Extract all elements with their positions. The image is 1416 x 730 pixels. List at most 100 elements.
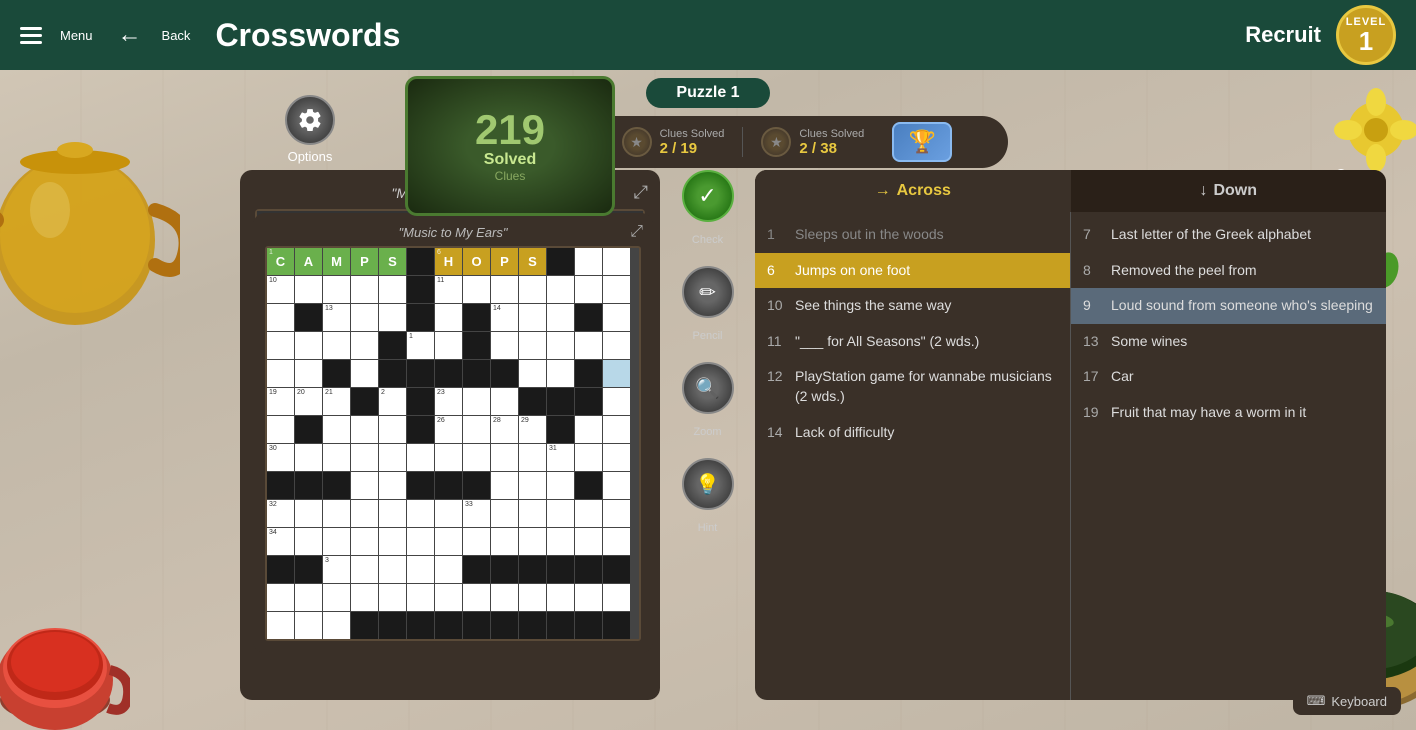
grid-cell[interactable] xyxy=(575,444,602,471)
grid-cell[interactable] xyxy=(435,556,462,583)
grid-cell[interactable] xyxy=(575,528,602,555)
grid-cell[interactable] xyxy=(267,612,294,639)
grid-cell[interactable] xyxy=(379,444,406,471)
grid-cell[interactable] xyxy=(435,584,462,611)
grid-cell[interactable] xyxy=(491,584,518,611)
grid-cell[interactable] xyxy=(407,444,434,471)
grid-cell[interactable] xyxy=(267,304,294,331)
grid-cell[interactable] xyxy=(519,444,546,471)
grid-cell[interactable]: P xyxy=(491,248,518,275)
grid-cell[interactable] xyxy=(491,332,518,359)
tab-down[interactable]: ↓ Down xyxy=(1071,170,1387,212)
grid-cell[interactable] xyxy=(407,528,434,555)
grid-cell[interactable] xyxy=(435,444,462,471)
grid-cell[interactable]: 21 xyxy=(323,388,350,415)
grid-cell[interactable]: 13 xyxy=(323,304,350,331)
grid-cell[interactable] xyxy=(547,528,574,555)
grid-cell[interactable]: S xyxy=(519,248,546,275)
grid-cell[interactable]: 11 xyxy=(435,276,462,303)
grid-cell[interactable]: 33 xyxy=(463,500,490,527)
grid-cell[interactable] xyxy=(351,556,378,583)
grid-cell[interactable] xyxy=(295,528,322,555)
grid-cell[interactable]: 20 xyxy=(295,388,322,415)
grid-cell[interactable] xyxy=(463,528,490,555)
clue-down-8[interactable]: 8 Removed the peel from xyxy=(1071,253,1386,289)
grid-cell[interactable] xyxy=(351,304,378,331)
grid-cell[interactable] xyxy=(519,528,546,555)
grid-cell[interactable] xyxy=(435,500,462,527)
clue-down-13[interactable]: 13 Some wines xyxy=(1071,324,1386,360)
grid-cell[interactable] xyxy=(435,332,462,359)
grid-cell[interactable]: 3 xyxy=(323,556,350,583)
grid-cell[interactable] xyxy=(379,472,406,499)
grid-cell[interactable] xyxy=(519,304,546,331)
grid-cell[interactable]: 10 xyxy=(267,276,294,303)
pencil-button[interactable]: ✏ xyxy=(682,266,734,318)
grid-cell[interactable] xyxy=(603,500,630,527)
grid-cell[interactable] xyxy=(351,276,378,303)
grid-cell[interactable] xyxy=(463,444,490,471)
grid-cell[interactable]: 30 xyxy=(267,444,294,471)
grid-cell[interactable] xyxy=(323,612,350,639)
grid-cell[interactable] xyxy=(547,584,574,611)
grid-cell[interactable] xyxy=(603,444,630,471)
grid-cell[interactable] xyxy=(351,472,378,499)
grid-cell[interactable] xyxy=(603,332,630,359)
grid-cell[interactable]: 32 xyxy=(267,500,294,527)
grid-cell[interactable] xyxy=(323,528,350,555)
grid-cell[interactable]: 29 xyxy=(519,416,546,443)
grid-cell[interactable] xyxy=(435,304,462,331)
grid-cell[interactable] xyxy=(575,416,602,443)
grid-cell[interactable] xyxy=(491,472,518,499)
zoom-button[interactable]: 🔍 xyxy=(682,362,734,414)
grid-cell[interactable] xyxy=(379,500,406,527)
clue-across-10[interactable]: 10 See things the same way xyxy=(755,288,1070,324)
grid-cell[interactable] xyxy=(295,444,322,471)
grid-cell[interactable] xyxy=(603,416,630,443)
grid-cell[interactable] xyxy=(295,276,322,303)
grid-cell[interactable] xyxy=(519,276,546,303)
grid-cell[interactable] xyxy=(491,444,518,471)
grid-cell[interactable] xyxy=(547,472,574,499)
grid-cell[interactable] xyxy=(295,612,322,639)
menu-button[interactable] xyxy=(20,27,52,44)
grid-cell[interactable] xyxy=(547,500,574,527)
grid-cell[interactable] xyxy=(351,584,378,611)
hint-button[interactable]: 💡 xyxy=(682,458,734,510)
grid-cell[interactable] xyxy=(519,332,546,359)
clue-across-12[interactable]: 12 PlayStation game for wannabe musician… xyxy=(755,359,1070,414)
fullscreen-button[interactable]: ⤢ xyxy=(630,223,643,241)
grid-cell[interactable] xyxy=(519,584,546,611)
grid-cell[interactable] xyxy=(575,248,602,275)
clue-across-1[interactable]: 1 Sleeps out in the woods xyxy=(755,217,1070,253)
grid-cell[interactable] xyxy=(379,528,406,555)
grid-cell[interactable]: 14 xyxy=(491,304,518,331)
grid-cells[interactable]: 1CAMPS6HOPS10111314119202122326282930313… xyxy=(267,248,639,639)
grid-cell[interactable] xyxy=(407,556,434,583)
grid-cell[interactable] xyxy=(603,388,630,415)
tab-across[interactable]: → → Across Across xyxy=(755,170,1071,212)
grid-cell[interactable] xyxy=(351,360,378,387)
grid-cell[interactable] xyxy=(295,360,322,387)
grid-cell[interactable] xyxy=(575,584,602,611)
back-button[interactable]: ← xyxy=(118,21,142,49)
grid-cell[interactable] xyxy=(323,500,350,527)
grid-cell[interactable] xyxy=(519,360,546,387)
grid-cell[interactable] xyxy=(351,500,378,527)
grid-cell[interactable] xyxy=(547,332,574,359)
grid-cell[interactable] xyxy=(435,528,462,555)
grid-cell[interactable] xyxy=(267,332,294,359)
grid-cell[interactable]: 19 xyxy=(267,388,294,415)
grid-cell[interactable] xyxy=(603,584,630,611)
grid-cell[interactable]: 31 xyxy=(547,444,574,471)
grid-cell[interactable] xyxy=(379,556,406,583)
clue-down-17[interactable]: 17 Car xyxy=(1071,359,1386,395)
grid-cell[interactable]: A xyxy=(295,248,322,275)
grid-cell[interactable] xyxy=(463,276,490,303)
grid-cell[interactable] xyxy=(295,332,322,359)
grid-cell[interactable]: M xyxy=(323,248,350,275)
grid-cell[interactable]: O xyxy=(463,248,490,275)
grid-cell[interactable] xyxy=(407,500,434,527)
grid-cell[interactable]: 28 xyxy=(491,416,518,443)
grid-cell[interactable] xyxy=(351,444,378,471)
